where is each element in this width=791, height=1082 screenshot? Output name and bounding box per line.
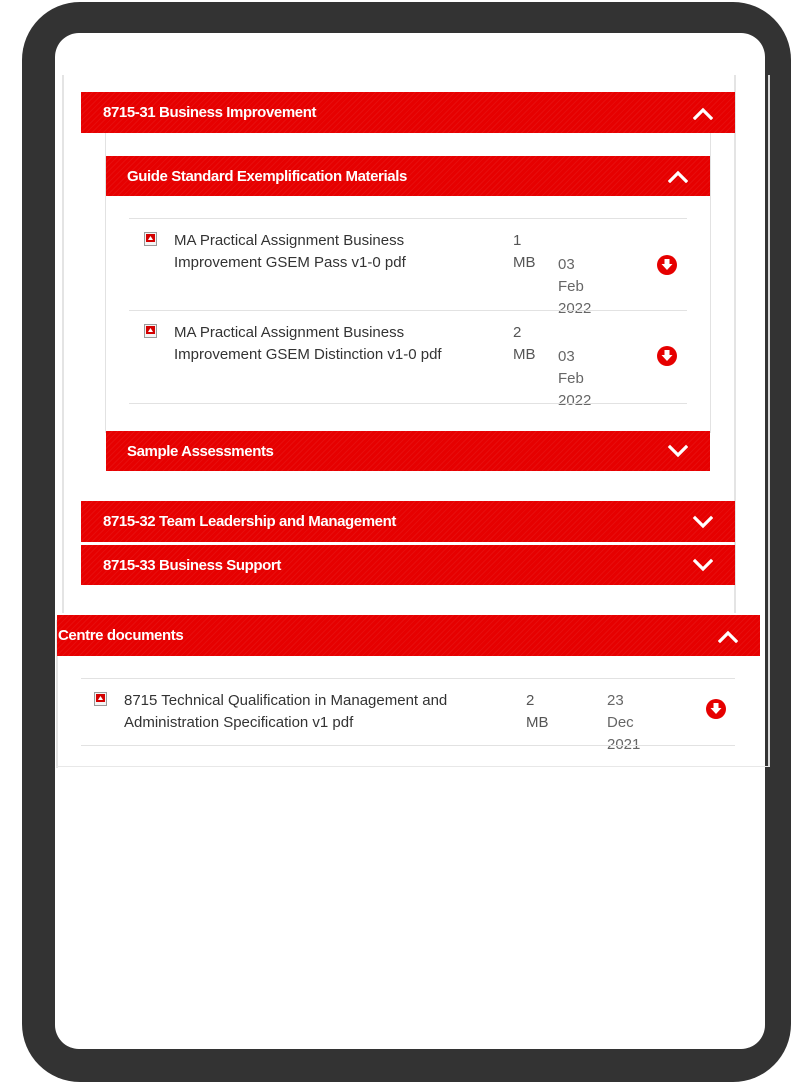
accordion-title: Guide Standard Exemplification Materials [127,167,407,185]
accordion-business-improvement[interactable]: 8715-31 Business Improvement [81,92,735,133]
file-name-line1: MA Practical Assignment Business [174,232,405,249]
accordion-team-leadership[interactable]: 8715-32 Team Leadership and Management [81,501,735,542]
file-name-line1: 8715 Technical Qualification in Manageme… [124,692,448,709]
row-divider [81,678,735,679]
row-divider [129,218,687,219]
accordion-sample-assessments[interactable]: Sample Assessments [106,431,710,471]
file-date-line2: 2022 [558,300,592,317]
chevron-down-icon [668,444,688,458]
accordion-title: Sample Assessments [127,442,274,460]
file-name-line2: Improvement GSEM Pass v1-0 pdf [174,254,406,271]
chevron-down-icon [693,558,713,572]
download-circle-icon[interactable] [656,345,678,367]
file-name[interactable]: MA Practical Assignment Business Improve… [174,230,514,274]
file-name[interactable]: MA Practical Assignment Business Improve… [174,322,514,366]
pdf-file-icon [94,692,107,706]
pdf-file-icon [144,232,157,246]
accordion-guide-standard[interactable]: Guide Standard Exemplification Materials [106,156,710,196]
accordion-business-support[interactable]: 8715-33 Business Support [81,545,735,585]
file-size: 2 MB [513,324,536,363]
pdf-file-icon [144,324,157,338]
file-name-line1: MA Practical Assignment Business [174,324,405,341]
row-divider [81,745,735,746]
file-size: 2 MB [526,692,549,731]
chevron-up-icon [693,106,713,120]
chevron-up-icon [718,629,738,643]
chevron-down-icon [693,515,713,529]
file-date-line2: 2022 [558,392,592,409]
file-size: 1 MB [513,232,536,271]
page-border-bottom [56,766,770,767]
row-divider [129,403,687,404]
row-divider [129,310,687,311]
file-name[interactable]: 8715 Technical Qualification in Manageme… [124,690,524,734]
file-name-line2: Improvement GSEM Distinction v1-0 pdf [174,346,442,363]
chevron-up-icon [668,169,688,183]
scroll-edge [768,75,770,767]
accordion-title: 8715-31 Business Improvement [103,104,317,121]
file-date-line1: 23 Dec [607,692,634,731]
file-name-line2: Administration Specification v1 pdf [124,714,354,731]
download-circle-icon[interactable] [705,698,727,720]
file-date-line1: 03 Feb [558,348,584,387]
download-circle-icon[interactable] [656,254,678,276]
file-date: 23 Dec 2021 [607,690,640,756]
file-date-line1: 03 Feb [558,256,584,295]
accordion-centre-documents[interactable]: Centre documents [57,615,760,656]
accordion-title: 8715-33 Business Support [103,556,281,574]
accordion-title: Centre documents [58,627,184,644]
accordion-title: 8715-32 Team Leadership and Management [103,513,396,530]
page-border-left [62,75,64,613]
